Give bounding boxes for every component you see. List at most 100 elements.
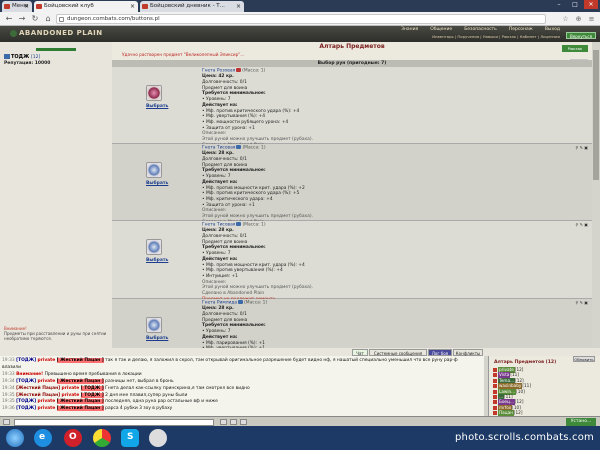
filter-icon[interactable] xyxy=(240,419,247,425)
rune-tools-icon[interactable]: ⚲ ✎ ▣ xyxy=(575,145,588,150)
select-rune-link[interactable]: Выбрать xyxy=(146,181,168,186)
player-list-level: [10] xyxy=(512,404,521,410)
chat-target[interactable]: [ Жесткий Пацан ] xyxy=(56,399,104,405)
chat-target[interactable]: [ Жесткий Пацан ] xyxy=(56,378,104,384)
rune-name[interactable]: Гнета Тисовая xyxy=(202,146,235,151)
chat-private-tag: private xyxy=(37,399,56,405)
skype-icon[interactable] xyxy=(121,429,139,447)
chat-nick[interactable]: [ТОДЖ] xyxy=(16,379,36,384)
url-field[interactable]: dungeon.combats.com/buttons.pl xyxy=(56,14,546,24)
minimize-button[interactable]: – xyxy=(552,0,566,9)
chat-tabs: Чат Системные сообщения Лог боя Конфликт… xyxy=(0,348,600,356)
bookmark-star-icon[interactable]: ☆ xyxy=(561,14,570,24)
browser-tab-fightclub[interactable]: Бойцовский клуб × xyxy=(34,1,138,12)
rune-name[interactable]: Гнета Римлида xyxy=(202,301,237,306)
main-scrollbar[interactable] xyxy=(592,42,600,348)
back-icon[interactable]: ← xyxy=(4,14,14,24)
chat-text: влазили xyxy=(2,364,21,370)
alignment-icon xyxy=(493,411,497,416)
opera-icon[interactable] xyxy=(64,429,82,447)
chat-nick[interactable]: [ТОДЖ] xyxy=(16,406,36,411)
status-notice: Удачно растворен предмет "Великолепный Э… xyxy=(122,52,245,57)
maximize-button[interactable]: □ xyxy=(568,0,582,9)
settings-button[interactable]: Устано... xyxy=(566,418,596,426)
nav-communication[interactable]: Общение xyxy=(430,27,452,32)
home-icon[interactable]: ⌂ xyxy=(43,14,53,24)
nav-knowledge[interactable]: Знания xyxy=(401,27,418,32)
chat-target[interactable]: [ ТОДЖ ] xyxy=(80,385,104,391)
menu-icon[interactable]: ≡ xyxy=(587,14,596,24)
nav-character[interactable]: Персонаж xyxy=(509,27,533,32)
player-name[interactable]: ТОДЖ [12] xyxy=(4,54,40,60)
rune-info: Гнета Тисовая (Масса: 1) Цена: 28 кр. Долго… xyxy=(202,145,562,231)
chat-time: 19:33 xyxy=(2,358,15,363)
chat-nick[interactable]: [ТОДЖ] xyxy=(16,358,36,363)
rune-list: Выбрать Гнета Розовая (Масса: 1) Цена: 42 к… xyxy=(112,67,592,348)
alignment-icon xyxy=(493,384,497,389)
close-tab-icon[interactable]: × xyxy=(24,1,29,12)
chat-target[interactable]: [ Жесткий Пацан ] xyxy=(56,358,104,363)
player-list-level: [11] xyxy=(510,372,519,378)
alignment-icon xyxy=(493,378,497,383)
chat-target[interactable]: [ ТОДЖ ] xyxy=(80,392,104,398)
browser-tab-menu[interactable]: Меню × xyxy=(2,1,32,12)
internet-explorer-icon[interactable] xyxy=(34,429,52,447)
chat-log: 19:33 [ТОДЖ] private [ Жесткий Пацан ] т… xyxy=(0,356,488,416)
extension-icon[interactable]: ⊕ xyxy=(574,14,583,24)
chat-text: Превышено время пребывания в локации xyxy=(44,371,142,377)
rune-mass: (Масса: 1) xyxy=(244,300,268,306)
forward-icon[interactable]: → xyxy=(17,14,27,24)
logo-gem-icon xyxy=(10,29,17,37)
smiley-icon[interactable] xyxy=(3,419,10,425)
player-list-level: [12] xyxy=(514,367,524,372)
backpack-button[interactable]: Рюкзак xyxy=(562,45,588,52)
chat-private-tag: private xyxy=(37,358,56,363)
rune-image xyxy=(146,239,162,255)
app-icon[interactable] xyxy=(149,429,167,447)
select-rune-link[interactable]: Выбрать xyxy=(146,336,168,341)
chat-input[interactable] xyxy=(14,419,214,426)
chat-line: 19:36 [ТОДЖ] private [ Жесткий Пацан ] р… xyxy=(2,406,172,412)
game-subnav[interactable]: Инвентарь | Поручения | Навыки | Рюкзак … xyxy=(432,34,560,39)
reload-icon[interactable]: ↻ xyxy=(30,14,40,24)
tab-system-messages[interactable]: Системные сообщения xyxy=(369,349,427,356)
toolbar-buttons: ☆ ⊕ ≡ xyxy=(561,14,596,24)
altar-hint: Внимание! Предметы при расставлении и ру… xyxy=(4,326,108,341)
rune-name[interactable]: Гнета Тисовая xyxy=(202,223,235,228)
close-tab-icon[interactable]: × xyxy=(130,1,135,12)
rune-tools-icon[interactable]: ⚲ ✎ ▣ xyxy=(575,222,588,227)
tab-conflicts[interactable]: Конфликты xyxy=(453,349,483,356)
start-button-icon[interactable] xyxy=(6,429,24,447)
return-button[interactable]: Вернуться xyxy=(566,32,596,39)
address-bar-row: ← → ↻ ⌂ dungeon.combats.com/buttons.pl ☆… xyxy=(0,12,600,26)
rune-name[interactable]: Гнета Розовая xyxy=(202,69,235,74)
nav-exit[interactable]: Выход xyxy=(545,27,560,32)
chat-line: 19:35 [Жесткий Пацан] private [ ТОДЖ ] 2… xyxy=(2,392,188,399)
close-tab-icon[interactable]: × xyxy=(236,1,241,12)
chat-nick[interactable]: [Жесткий Пацан] xyxy=(16,386,60,391)
tab-battle-log[interactable]: Лог боя xyxy=(428,349,452,356)
clear-icon[interactable] xyxy=(230,419,237,425)
chat-nick[interactable]: [ТОДЖ] xyxy=(16,399,36,404)
chat-target[interactable]: [ Жесткий Пацан ] xyxy=(56,406,104,412)
send-icon[interactable] xyxy=(220,419,227,425)
select-rune-link[interactable]: Выбрать xyxy=(146,104,168,109)
chat-line: 19:35 [ТОДЖ] private [ Жесткий Пацан ] п… xyxy=(2,399,218,405)
location-players-panel: Обновить Алтарь Предметов (12) private[1… xyxy=(488,356,600,417)
chat-text: 2 дня мне плавил,супер руны были xyxy=(105,392,188,398)
tab-chat[interactable]: Чат xyxy=(352,349,368,356)
refresh-button[interactable]: Обновить xyxy=(573,356,595,362)
browser-tab-diary[interactable]: Бойцовский дневник - Т... × xyxy=(140,1,244,12)
chrome-icon[interactable] xyxy=(93,429,111,447)
tab-favicon-icon xyxy=(142,4,148,9)
select-rune-link[interactable]: Выбрать xyxy=(146,258,168,263)
game-nav: Знания Общение Безопасность Персонаж Вых… xyxy=(401,27,560,32)
chat-line: 19:33 [ТОДЖ] private [ Жесткий Пацан ] т… xyxy=(2,358,458,364)
nav-security[interactable]: Безопасность xyxy=(464,27,497,32)
close-window-button[interactable]: ✕ xyxy=(584,0,598,9)
chat-nick[interactable]: [Жесткий Пацан] xyxy=(16,393,60,398)
chat-time: 19:36 xyxy=(2,406,15,412)
rune-tools-icon[interactable]: ⚲ ✎ ▣ xyxy=(575,300,588,305)
scrollbar-thumb[interactable] xyxy=(593,50,599,180)
chat-nick[interactable]: Внимание! xyxy=(16,372,43,377)
